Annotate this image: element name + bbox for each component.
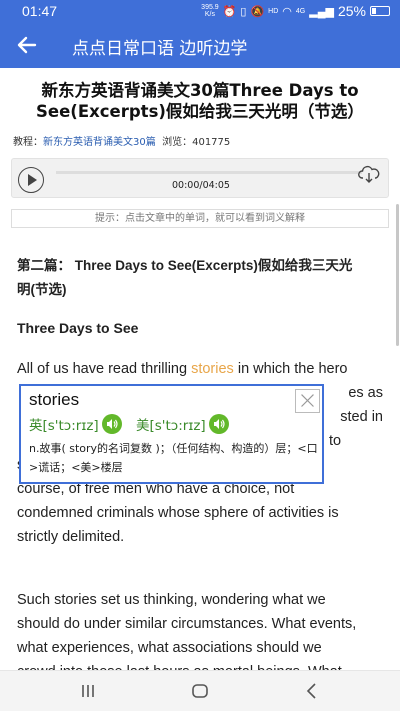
us-pronunciation[interactable]: 美[s'tɔ:rɪz] [136, 414, 229, 434]
home-icon[interactable] [190, 681, 210, 701]
alarm-icon: ⏰ [222, 5, 237, 18]
close-icon[interactable] [295, 389, 320, 413]
paragraph-2[interactable]: Such stories set us thinking, wondering … [17, 588, 383, 670]
word-definition: n.故事( story的名词复数 )；（任何结构、构造的）层；<口>谎话；<美>… [29, 442, 318, 474]
progress-track[interactable] [56, 171, 362, 174]
vibrate-icon: ▯ [240, 5, 247, 18]
status-icons: 395.9 K/s ⏰ ▯ 🔕 HD ◠ 4G ▂▄▆ 25% [201, 3, 390, 19]
popup-word: stories [29, 390, 80, 409]
section-heading: 第二篇： Three Days to See(Excerpts)假如给我三天光 … [17, 258, 353, 297]
app-title: 点点日常口语 边听边学 [72, 39, 248, 59]
back-arrow-icon[interactable] [14, 32, 40, 58]
speaker-icon[interactable] [101, 414, 122, 434]
article-title: 新东方英语背诵美文30篇Three Days to See(Excerpts)假… [36, 81, 364, 121]
signal-icon: ▂▄▆ [309, 5, 334, 18]
text-line: Such stories set us thinking, wondering … [17, 592, 326, 608]
hint-text: 提示：点击文章中的单词，就可以看到词义解释 [11, 209, 389, 228]
uk-pronunciation[interactable]: 英[s'tɔ:rɪz] [29, 414, 122, 434]
dictionary-popup: stories 英[s'tɔ:rɪz] 美[s'tɔ:rɪz] n.故事( st… [19, 384, 324, 484]
player-time: 00:00/04:05 [172, 180, 230, 191]
text-line: strictly delimited. [17, 529, 125, 545]
course-link[interactable]: 新东方英语背诵美文30篇 [43, 137, 156, 148]
status-bar: 01:47 395.9 K/s ⏰ ▯ 🔕 HD ◠ 4G ▂▄▆ 25% [0, 0, 400, 22]
battery-percent: 25% [337, 3, 366, 19]
view-count: 401775 [192, 137, 231, 148]
system-nav-bar [0, 670, 400, 711]
signal-type: 4G [295, 7, 306, 15]
recent-apps-icon[interactable] [78, 681, 98, 701]
cloud-download-icon[interactable] [358, 165, 380, 185]
article-content[interactable]: 新东方英语背诵美文30篇Three Days to See(Excerpts)假… [0, 68, 400, 670]
text-line: should do under similar circumstances. W… [17, 616, 357, 632]
article-meta: 教程：新东方英语背诵美文30篇 浏览：401775 [13, 137, 231, 148]
wifi-icon: ◠ [282, 5, 292, 18]
selected-word[interactable]: stories [191, 361, 234, 377]
speaker-icon[interactable] [208, 414, 229, 434]
mute-icon: 🔕 [250, 5, 265, 18]
text-line: All of us have read thrilling stories in… [17, 361, 348, 377]
text-line: condemned criminals whose sphere of acti… [17, 505, 339, 521]
subheading: Three Days to See [17, 320, 139, 336]
text-line: crowd into those last hours as mortal be… [17, 660, 383, 670]
audio-player: 00:00/04:05 [11, 158, 389, 198]
status-time: 01:47 [22, 3, 58, 19]
text-line: what experiences, what associations shou… [17, 640, 322, 656]
back-icon[interactable] [302, 681, 322, 701]
network-speed: 395.9 K/s [201, 4, 219, 18]
scrollbar[interactable] [396, 204, 399, 346]
play-button[interactable] [18, 167, 44, 193]
hd-indicator: HD [268, 7, 279, 15]
app-bar: 点点日常口语 边听边学 [0, 22, 400, 68]
battery-icon [370, 6, 390, 16]
